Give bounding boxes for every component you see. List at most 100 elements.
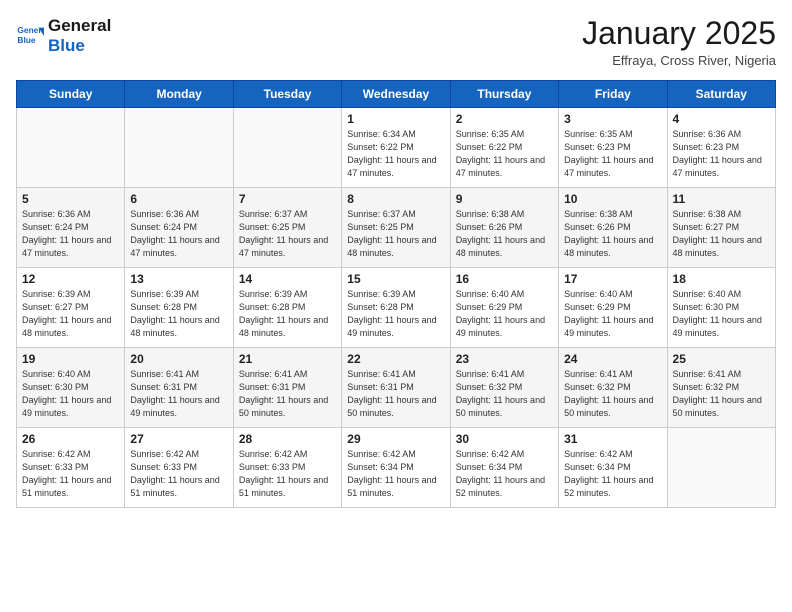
calendar-cell	[125, 108, 233, 188]
day-info: Sunrise: 6:41 AM Sunset: 6:31 PM Dayligh…	[130, 368, 227, 420]
calendar-cell: 2Sunrise: 6:35 AM Sunset: 6:22 PM Daylig…	[450, 108, 558, 188]
calendar-cell	[667, 428, 775, 508]
logo: General Blue General Blue	[16, 16, 111, 56]
day-number: 25	[673, 352, 770, 366]
header-day-saturday: Saturday	[667, 81, 775, 108]
day-number: 23	[456, 352, 553, 366]
day-number: 26	[22, 432, 119, 446]
calendar-cell	[17, 108, 125, 188]
day-info: Sunrise: 6:37 AM Sunset: 6:25 PM Dayligh…	[347, 208, 444, 260]
day-info: Sunrise: 6:42 AM Sunset: 6:34 PM Dayligh…	[564, 448, 661, 500]
calendar-cell: 8 Sunrise: 6:37 AM Sunset: 6:25 PM Daylig…	[342, 188, 450, 268]
header-day-thursday: Thursday	[450, 81, 558, 108]
calendar-cell: 16Sunrise: 6:40 AM Sunset: 6:29 PM Dayli…	[450, 268, 558, 348]
day-number: 15	[347, 272, 444, 286]
header-day-tuesday: Tuesday	[233, 81, 341, 108]
day-info: Sunrise: 6:41 AM Sunset: 6:31 PM Dayligh…	[347, 368, 444, 420]
day-info: Sunrise: 6:42 AM Sunset: 6:33 PM Dayligh…	[130, 448, 227, 500]
calendar-cell: 25 Sunrise: 6:41 AM Sunset: 6:32 PM Dayli…	[667, 348, 775, 428]
calendar-cell: 4 Sunrise: 6:36 AM Sunset: 6:23 PM Daylig…	[667, 108, 775, 188]
day-info: Sunrise: 6:38 AM Sunset: 6:26 PM Dayligh…	[564, 208, 661, 260]
calendar-table: SundayMondayTuesdayWednesdayThursdayFrid…	[16, 80, 776, 508]
calendar-cell: 1Sunrise: 6:34 AM Sunset: 6:22 PM Daylig…	[342, 108, 450, 188]
logo-blue: Blue	[48, 36, 85, 55]
day-number: 17	[564, 272, 661, 286]
svg-text:Blue: Blue	[17, 35, 35, 45]
day-info: Sunrise: 6:41 AM Sunset: 6:32 PM Dayligh…	[673, 368, 770, 420]
header-day-sunday: Sunday	[17, 81, 125, 108]
calendar-cell: 17 Sunrise: 6:40 AM Sunset: 6:29 PM Dayli…	[559, 268, 667, 348]
day-info: Sunrise: 6:36 AM Sunset: 6:23 PM Dayligh…	[673, 128, 770, 180]
day-number: 1	[347, 112, 444, 126]
header-day-friday: Friday	[559, 81, 667, 108]
calendar-cell: 9 Sunrise: 6:38 AM Sunset: 6:26 PM Daylig…	[450, 188, 558, 268]
calendar-cell: 13Sunrise: 6:39 AM Sunset: 6:28 PM Dayli…	[125, 268, 233, 348]
week-row-3: 12Sunrise: 6:39 AM Sunset: 6:27 PM Dayli…	[17, 268, 776, 348]
calendar-cell: 10 Sunrise: 6:38 AM Sunset: 6:26 PM Dayli…	[559, 188, 667, 268]
page-header: General Blue General Blue January 2025 E…	[16, 16, 776, 68]
day-number: 19	[22, 352, 119, 366]
calendar-cell: 6Sunrise: 6:36 AM Sunset: 6:24 PM Daylig…	[125, 188, 233, 268]
calendar-cell: 5Sunrise: 6:36 AM Sunset: 6:24 PM Daylig…	[17, 188, 125, 268]
location-subtitle: Effraya, Cross River, Nigeria	[582, 53, 776, 68]
week-row-4: 19Sunrise: 6:40 AM Sunset: 6:30 PM Dayli…	[17, 348, 776, 428]
day-info: Sunrise: 6:39 AM Sunset: 6:28 PM Dayligh…	[347, 288, 444, 340]
day-info: Sunrise: 6:38 AM Sunset: 6:27 PM Dayligh…	[673, 208, 770, 260]
week-row-5: 26 Sunrise: 6:42 AM Sunset: 6:33 PM Dayli…	[17, 428, 776, 508]
day-info: Sunrise: 6:42 AM Sunset: 6:33 PM Dayligh…	[239, 448, 336, 500]
day-number: 18	[673, 272, 770, 286]
calendar-cell: 23 Sunrise: 6:41 AM Sunset: 6:32 PM Dayli…	[450, 348, 558, 428]
day-info: Sunrise: 6:38 AM Sunset: 6:26 PM Dayligh…	[456, 208, 553, 260]
day-number: 27	[130, 432, 227, 446]
day-info: Sunrise: 6:37 AM Sunset: 6:25 PM Dayligh…	[239, 208, 336, 260]
calendar-header: SundayMondayTuesdayWednesdayThursdayFrid…	[17, 81, 776, 108]
day-info: Sunrise: 6:41 AM Sunset: 6:32 PM Dayligh…	[456, 368, 553, 420]
day-number: 22	[347, 352, 444, 366]
calendar-cell: 22 Sunrise: 6:41 AM Sunset: 6:31 PM Dayli…	[342, 348, 450, 428]
day-info: Sunrise: 6:35 AM Sunset: 6:23 PM Dayligh…	[564, 128, 661, 180]
day-number: 14	[239, 272, 336, 286]
calendar-cell: 15 Sunrise: 6:39 AM Sunset: 6:28 PM Dayli…	[342, 268, 450, 348]
calendar-cell: 29 Sunrise: 6:42 AM Sunset: 6:34 PM Dayli…	[342, 428, 450, 508]
day-number: 10	[564, 192, 661, 206]
title-block: January 2025 Effraya, Cross River, Niger…	[582, 16, 776, 68]
day-info: Sunrise: 6:36 AM Sunset: 6:24 PM Dayligh…	[22, 208, 119, 260]
day-number: 9	[456, 192, 553, 206]
svg-text:General: General	[17, 25, 44, 35]
calendar-cell: 11 Sunrise: 6:38 AM Sunset: 6:27 PM Dayli…	[667, 188, 775, 268]
day-info: Sunrise: 6:41 AM Sunset: 6:32 PM Dayligh…	[564, 368, 661, 420]
calendar-cell: 14 Sunrise: 6:39 AM Sunset: 6:28 PM Dayli…	[233, 268, 341, 348]
day-number: 8	[347, 192, 444, 206]
day-number: 11	[673, 192, 770, 206]
calendar-cell: 19Sunrise: 6:40 AM Sunset: 6:30 PM Dayli…	[17, 348, 125, 428]
calendar-cell: 21Sunrise: 6:41 AM Sunset: 6:31 PM Dayli…	[233, 348, 341, 428]
day-info: Sunrise: 6:40 AM Sunset: 6:29 PM Dayligh…	[564, 288, 661, 340]
day-number: 12	[22, 272, 119, 286]
calendar-cell	[233, 108, 341, 188]
day-info: Sunrise: 6:42 AM Sunset: 6:34 PM Dayligh…	[347, 448, 444, 500]
day-number: 3	[564, 112, 661, 126]
week-row-1: 1Sunrise: 6:34 AM Sunset: 6:22 PM Daylig…	[17, 108, 776, 188]
logo-icon: General Blue	[16, 22, 44, 50]
day-number: 29	[347, 432, 444, 446]
calendar-cell: 26Sunrise: 6:42 AM Sunset: 6:33 PM Dayli…	[17, 428, 125, 508]
day-info: Sunrise: 6:39 AM Sunset: 6:28 PM Dayligh…	[130, 288, 227, 340]
day-number: 20	[130, 352, 227, 366]
day-info: Sunrise: 6:41 AM Sunset: 6:31 PM Dayligh…	[239, 368, 336, 420]
logo-general: General	[48, 16, 111, 36]
day-info: Sunrise: 6:40 AM Sunset: 6:29 PM Dayligh…	[456, 288, 553, 340]
day-number: 7	[239, 192, 336, 206]
calendar-cell: 7 Sunrise: 6:37 AM Sunset: 6:25 PM Daylig…	[233, 188, 341, 268]
calendar-cell: 12Sunrise: 6:39 AM Sunset: 6:27 PM Dayli…	[17, 268, 125, 348]
day-number: 4	[673, 112, 770, 126]
header-day-monday: Monday	[125, 81, 233, 108]
calendar-cell: 30Sunrise: 6:42 AM Sunset: 6:34 PM Dayli…	[450, 428, 558, 508]
day-info: Sunrise: 6:40 AM Sunset: 6:30 PM Dayligh…	[673, 288, 770, 340]
day-number: 24	[564, 352, 661, 366]
day-info: Sunrise: 6:36 AM Sunset: 6:24 PM Dayligh…	[130, 208, 227, 260]
calendar-body: 1Sunrise: 6:34 AM Sunset: 6:22 PM Daylig…	[17, 108, 776, 508]
calendar-cell: 18 Sunrise: 6:40 AM Sunset: 6:30 PM Dayli…	[667, 268, 775, 348]
calendar-cell: 20 Sunrise: 6:41 AM Sunset: 6:31 PM Dayli…	[125, 348, 233, 428]
month-title: January 2025	[582, 16, 776, 51]
day-info: Sunrise: 6:39 AM Sunset: 6:28 PM Dayligh…	[239, 288, 336, 340]
